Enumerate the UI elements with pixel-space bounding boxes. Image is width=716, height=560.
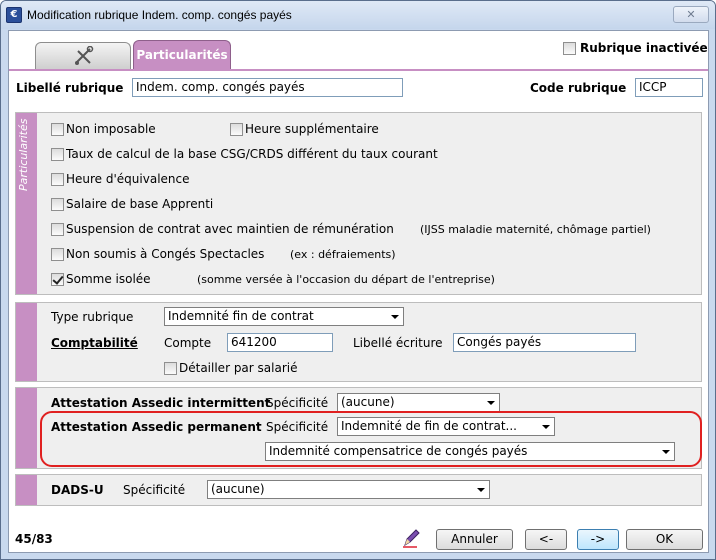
type-rubrique-value: Indemnité fin de contrat (168, 309, 314, 323)
dads-spec-select[interactable]: (aucune) (207, 480, 490, 499)
checkbox-somme-isolee[interactable] (51, 273, 64, 286)
chevron-down-icon (477, 488, 485, 492)
particularites-strip: Particularités (16, 113, 37, 294)
label-heure-supplementaire: Heure supplémentaire (245, 122, 379, 136)
type-rubrique-label: Type rubrique (51, 310, 134, 324)
label-somme-isolee: Somme isolée (66, 272, 151, 286)
detail-salarie-label: Détailler par salarié (179, 361, 298, 375)
checkbox-heure-equivalence[interactable] (51, 173, 64, 186)
type-strip (16, 303, 37, 381)
dialog-window: € Modification rubrique Indem. comp. con… (0, 0, 716, 560)
compte-input[interactable]: 641200 (227, 333, 333, 352)
inactive-checkbox[interactable] (563, 42, 576, 55)
inactive-label: Rubrique inactivée (580, 41, 708, 55)
note-somme-isolee: (somme versée à l'occasion du départ de … (197, 273, 495, 286)
note-conges-spectacles: (ex : défraiements) (290, 248, 396, 261)
checkbox-heure-supplementaire[interactable] (230, 123, 243, 136)
libelle-label: Libellé rubrique (16, 81, 124, 95)
detail-salarie-checkbox[interactable] (164, 362, 177, 375)
pencil-icon[interactable] (401, 527, 421, 549)
particularites-vertical-label: Particularités (17, 119, 30, 192)
title-bar: € Modification rubrique Indem. comp. con… (1, 1, 715, 29)
label-taux-csg: Taux de calcul de la base CSG/CRDS diffé… (66, 147, 438, 161)
compte-label: Compte (164, 336, 212, 350)
assedic-intermittent-spec-label: Spécificité (266, 396, 329, 410)
tab-particularites-label: Particularités (136, 48, 228, 62)
note-suspension-contrat: (IJSS maladie maternité, chômage partiel… (420, 223, 651, 236)
chevron-down-icon (391, 315, 399, 319)
settings-icon (75, 46, 94, 65)
dads-strip (16, 475, 37, 505)
next-button[interactable]: -> (577, 529, 619, 550)
label-suspension-contrat: Suspension de contrat avec maintien de r… (66, 222, 394, 236)
libelle-ecriture-label: Libellé écriture (353, 336, 443, 350)
assedic-intermittent-value: (aucune) (341, 395, 395, 409)
checkbox-non-imposable[interactable] (51, 123, 64, 136)
dialog-content: Particularités Rubrique inactivée Libell… (8, 30, 709, 553)
label-non-imposable: Non imposable (66, 122, 156, 136)
cancel-button[interactable]: Annuler (436, 529, 513, 550)
code-label: Code rubrique (530, 81, 627, 95)
code-input[interactable]: ICCP (635, 78, 703, 97)
prev-button[interactable]: <- (525, 529, 567, 550)
chevron-down-icon (487, 401, 495, 405)
tab-underline (9, 69, 708, 71)
ok-button[interactable]: OK (626, 529, 703, 550)
dads-spec-label: Spécificité (123, 483, 186, 497)
assedic-strip (16, 388, 37, 468)
comptabilite-link[interactable]: Comptabilité (51, 336, 138, 350)
label-conges-spectacles: Non soumis à Congés Spectacles (66, 247, 265, 261)
assedic-intermittent-label: Attestation Assedic intermittent (51, 396, 271, 410)
permanent-highlight-frame (40, 411, 702, 467)
assedic-intermittent-select[interactable]: (aucune) (337, 393, 500, 412)
checkbox-salaire-apprenti[interactable] (51, 198, 64, 211)
checkbox-conges-spectacles[interactable] (51, 248, 64, 261)
checkbox-taux-csg[interactable] (51, 148, 64, 161)
tab-settings[interactable] (35, 42, 131, 69)
record-counter: 45/83 (15, 532, 53, 546)
dads-spec-value: (aucune) (211, 482, 265, 496)
close-button[interactable]: ✕ (673, 6, 709, 23)
window-title: Modification rubrique Indem. comp. congé… (27, 8, 292, 22)
dads-label: DADS-U (51, 483, 104, 497)
label-heure-equivalence: Heure d'équivalence (66, 172, 190, 186)
tab-particularites[interactable]: Particularités (133, 40, 231, 71)
label-salaire-apprenti: Salaire de base Apprenti (66, 197, 214, 211)
libelle-input[interactable]: Indem. comp. congés payés (132, 78, 403, 97)
app-icon: € (6, 7, 22, 23)
libelle-ecriture-input[interactable]: Congés payés (453, 333, 636, 352)
checkbox-suspension-contrat[interactable] (51, 223, 64, 236)
type-rubrique-select[interactable]: Indemnité fin de contrat (164, 307, 404, 326)
